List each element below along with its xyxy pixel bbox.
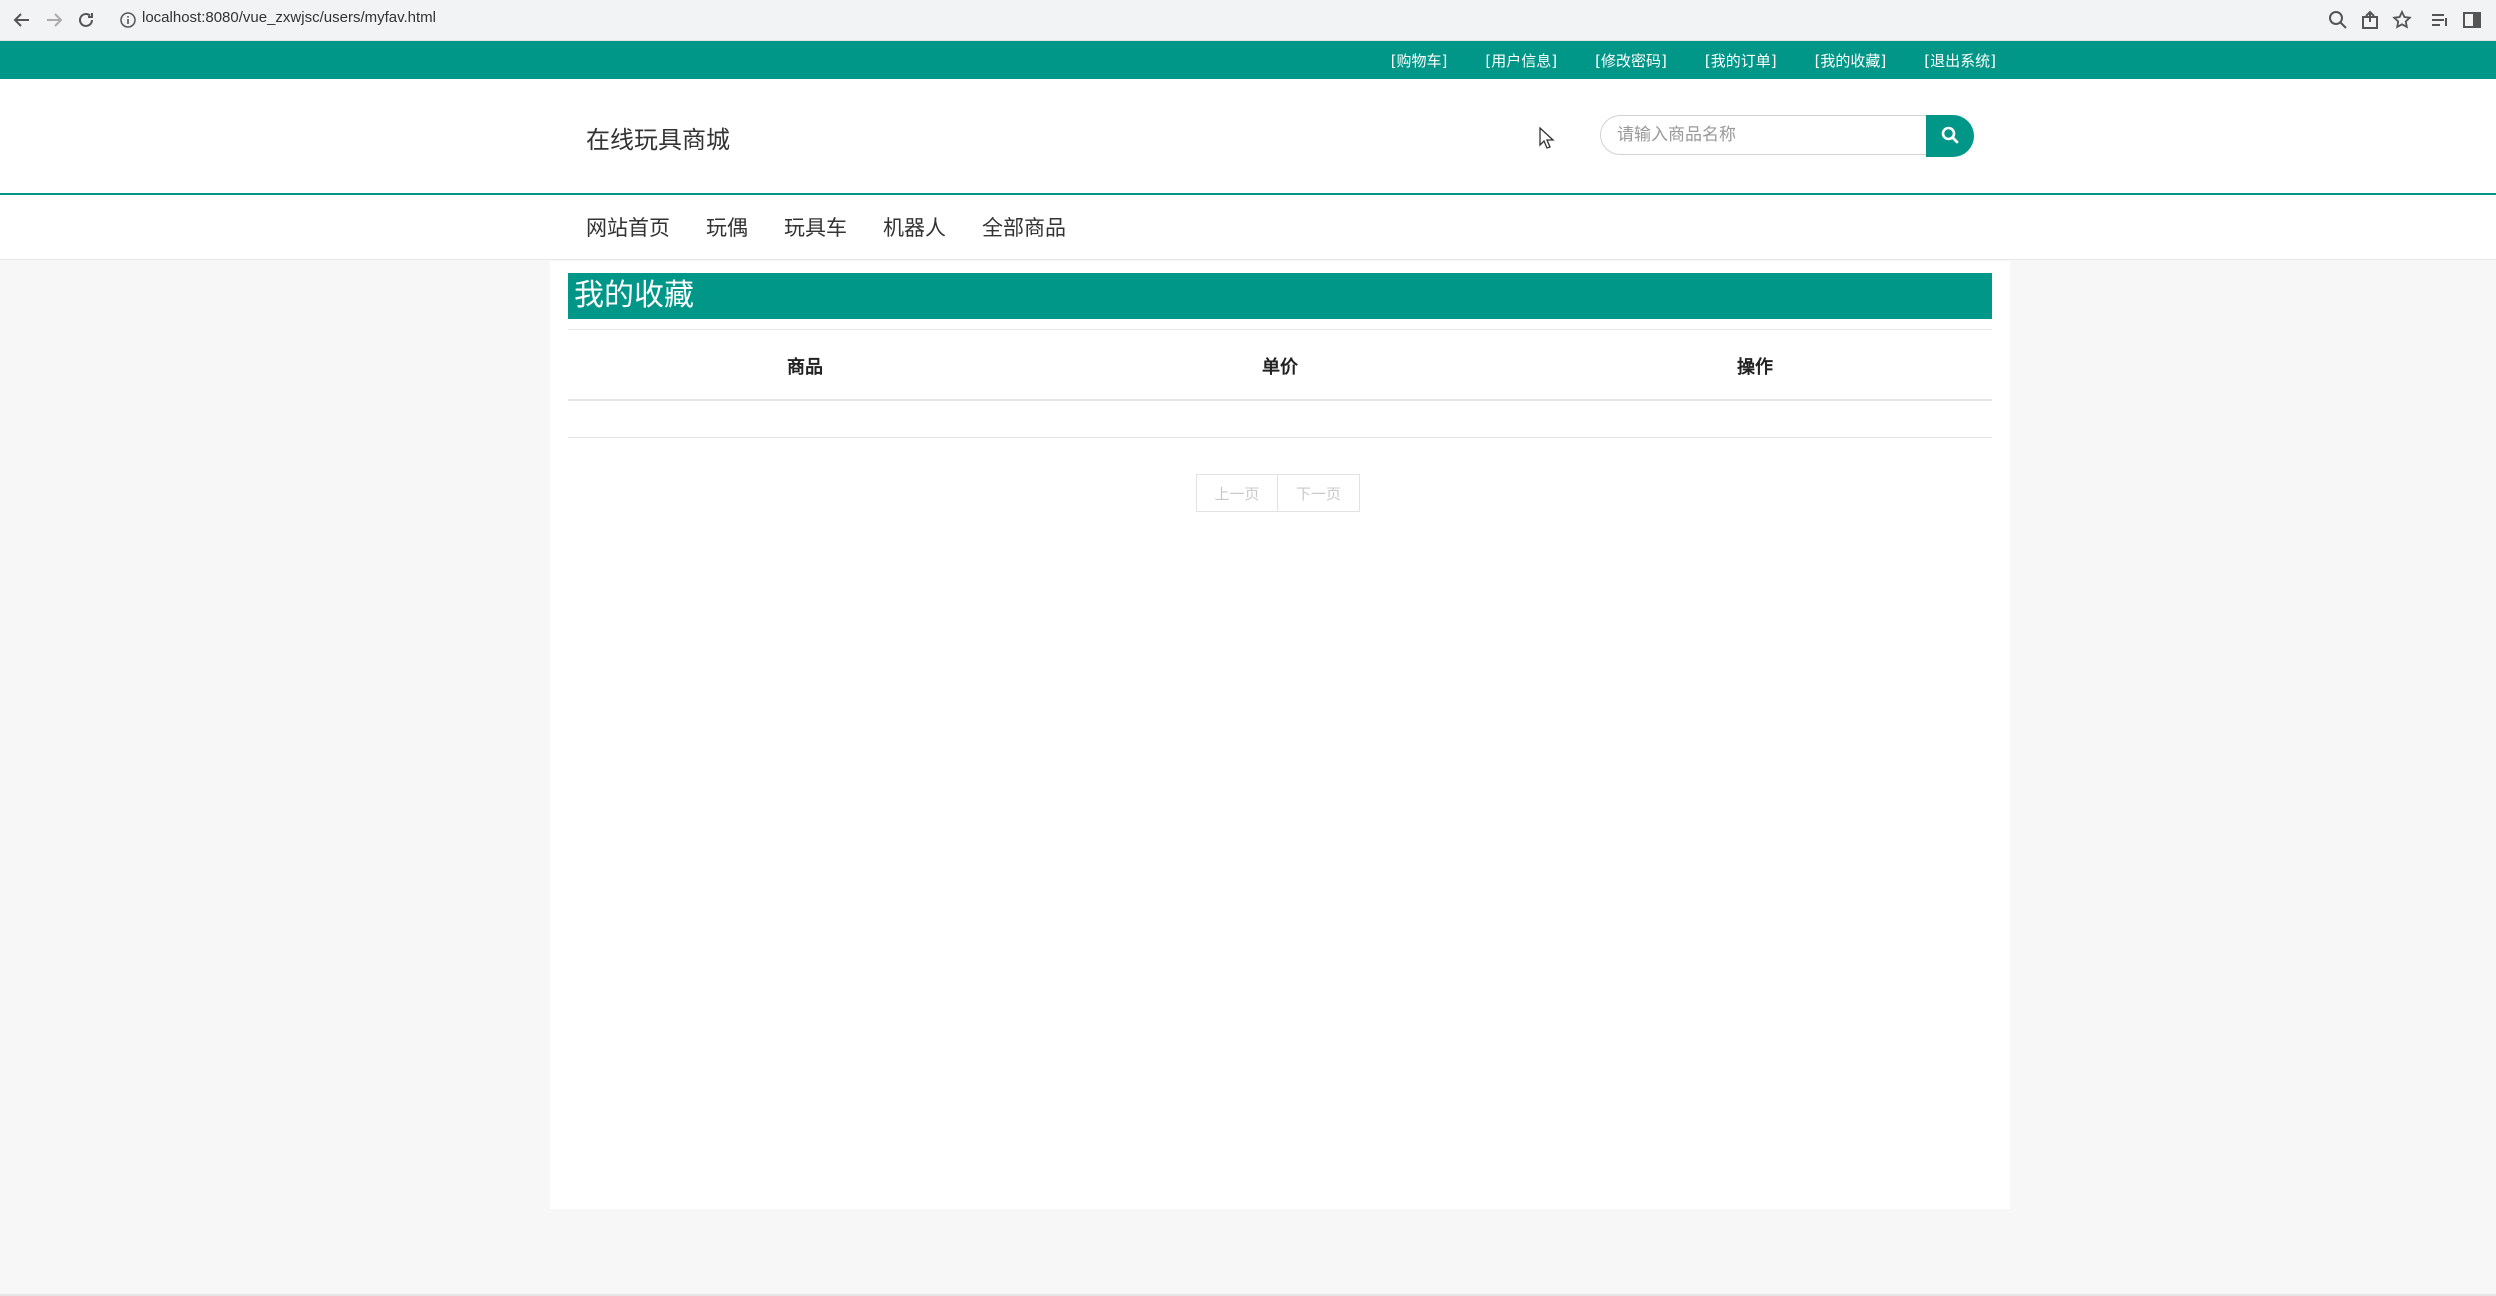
nav-home[interactable]: 网站首页	[586, 212, 670, 242]
search-box	[1600, 115, 1974, 157]
search-input[interactable]	[1600, 115, 1926, 155]
logout-link[interactable]: [退出系统]	[1924, 50, 1996, 71]
zoom-icon[interactable]	[2326, 8, 2350, 32]
user-links: [购物车] [用户信息] [修改密码] [我的订单] [我的收藏] [退出系统]	[1391, 41, 1996, 79]
bookmark-star-icon[interactable]	[2390, 8, 2414, 32]
cart-link[interactable]: [购物车]	[1391, 50, 1448, 71]
site-header: 在线玩具商城	[0, 79, 2496, 195]
column-header-action: 操作	[1737, 357, 1773, 378]
search-icon	[1940, 125, 1960, 148]
column-header-price: 单价	[1262, 357, 1298, 378]
my-favorites-link[interactable]: [我的收藏]	[1815, 50, 1887, 71]
reading-list-icon[interactable]	[2428, 8, 2452, 32]
pagination: 上一页 下一页	[1196, 474, 1360, 512]
page-title: 我的收藏	[568, 273, 1992, 319]
column-header-product: 商品	[787, 357, 823, 378]
my-orders-link[interactable]: [我的订单]	[1705, 50, 1777, 71]
reload-icon[interactable]	[74, 8, 98, 32]
side-panel-icon[interactable]	[2460, 8, 2484, 32]
share-icon[interactable]	[2358, 8, 2382, 32]
back-arrow-icon[interactable]	[10, 8, 34, 32]
nav-dolls[interactable]: 玩偶	[706, 212, 748, 242]
site-info-icon[interactable]	[118, 10, 138, 30]
mouse-cursor-icon	[1539, 126, 1555, 153]
divider	[568, 399, 1992, 401]
category-nav: 网站首页 玩偶 玩具车 机器人 全部商品	[0, 195, 2496, 260]
address-bar[interactable]: localhost:8080/vue_zxwjsc/users/myfav.ht…	[142, 9, 436, 26]
site-title[interactable]: 在线玩具商城	[586, 120, 730, 155]
user-info-link[interactable]: [用户信息]	[1485, 50, 1557, 71]
prev-page-button[interactable]: 上一页	[1196, 474, 1278, 512]
divider	[568, 329, 1992, 330]
search-button[interactable]	[1926, 115, 1974, 157]
next-page-button[interactable]: 下一页	[1278, 474, 1360, 512]
table-body	[568, 437, 1992, 438]
table-header: 商品 单价 操作	[568, 353, 1992, 399]
nav-toy-cars[interactable]: 玩具车	[784, 212, 847, 242]
forward-arrow-icon[interactable]	[42, 8, 66, 32]
favorites-panel: 我的收藏 商品 单价 操作 上一页 下一页	[550, 261, 2010, 1209]
nav-robots[interactable]: 机器人	[883, 212, 946, 242]
top-bar: [购物车] [用户信息] [修改密码] [我的订单] [我的收藏] [退出系统]	[0, 41, 2496, 79]
browser-toolbar: localhost:8080/vue_zxwjsc/users/myfav.ht…	[0, 0, 2496, 41]
change-password-link[interactable]: [修改密码]	[1595, 50, 1667, 71]
nav-all-products[interactable]: 全部商品	[982, 212, 1066, 242]
